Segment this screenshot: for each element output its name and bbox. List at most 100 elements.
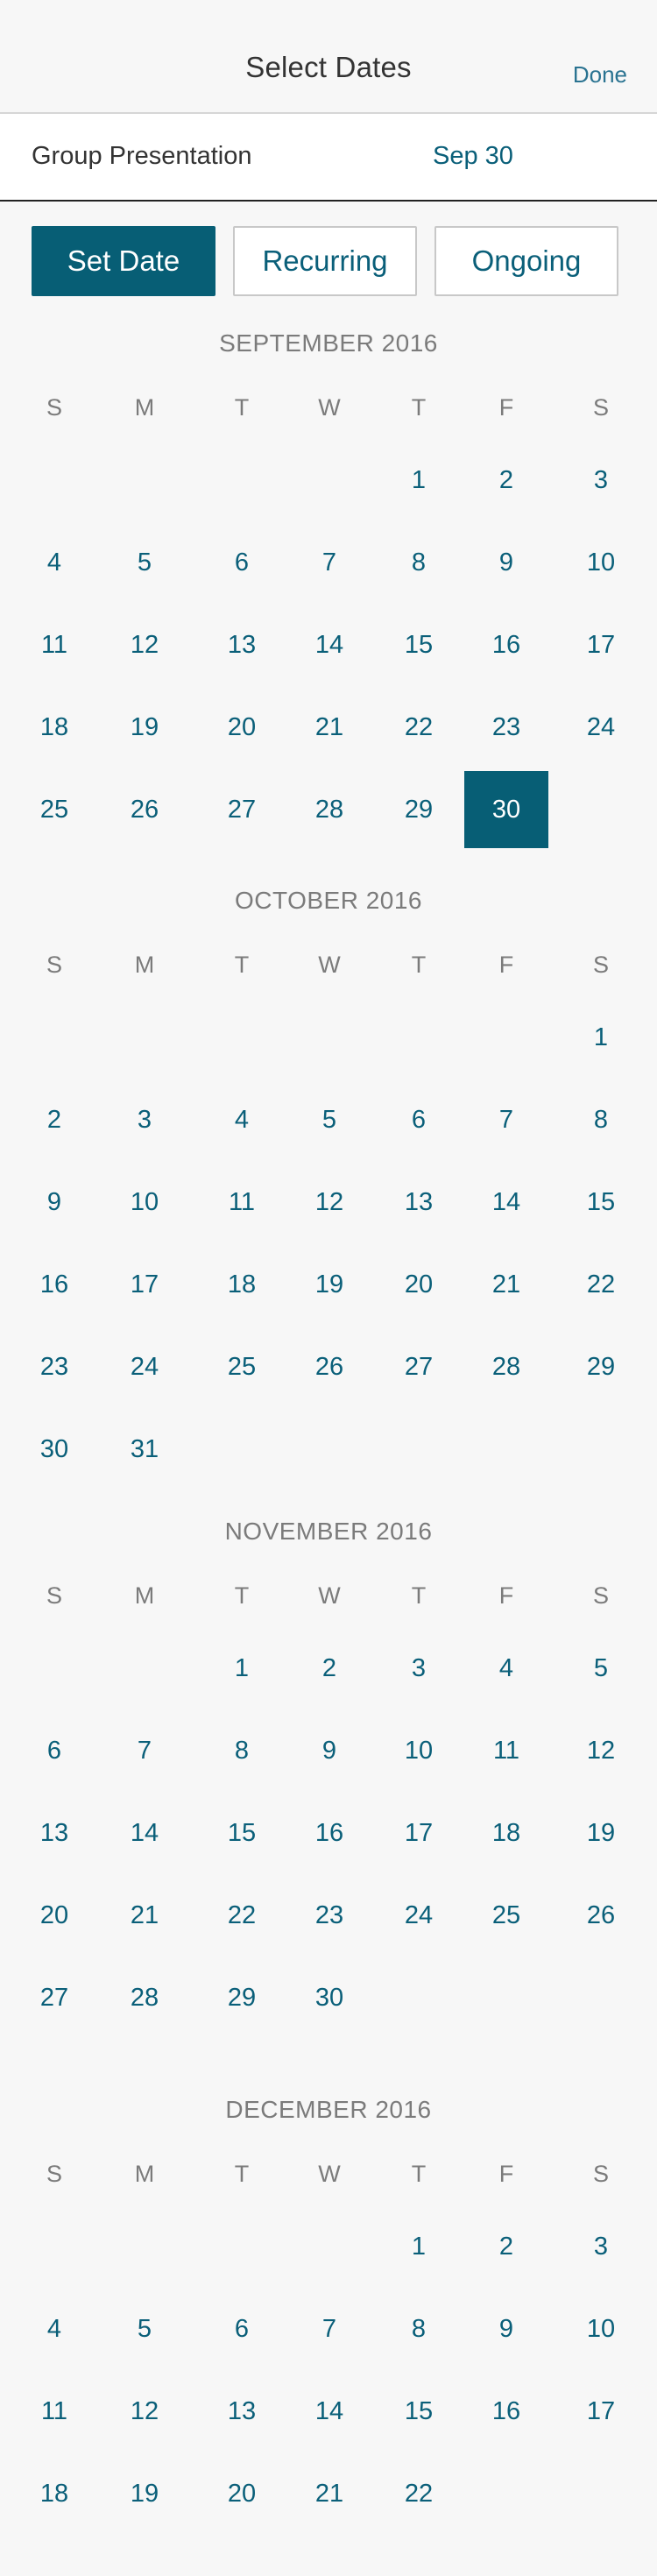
recurring-button[interactable]: Recurring (233, 226, 417, 296)
day-cell[interactable]: 18 (12, 2455, 96, 2532)
day-cell[interactable]: 2 (464, 442, 548, 519)
day-cell[interactable]: 13 (377, 1164, 461, 1241)
day-cell[interactable]: 2 (464, 2208, 548, 2285)
day-cell[interactable]: 11 (464, 1712, 548, 1789)
day-cell[interactable]: 19 (559, 1794, 643, 1872)
day-cell[interactable]: 5 (102, 2290, 187, 2367)
day-cell[interactable]: 7 (464, 1081, 548, 1158)
day-cell[interactable]: 29 (200, 1959, 284, 2036)
day-cell[interactable]: 18 (464, 1794, 548, 1872)
day-cell[interactable]: 14 (464, 1164, 548, 1241)
day-cell[interactable]: 10 (102, 1164, 187, 1241)
day-cell[interactable]: 15 (377, 606, 461, 683)
day-cell[interactable]: 4 (464, 1630, 548, 1707)
ongoing-button[interactable]: Ongoing (434, 226, 618, 296)
day-cell[interactable]: 5 (102, 524, 187, 601)
day-cell[interactable]: 12 (287, 1164, 371, 1241)
day-cell[interactable]: 26 (559, 1877, 643, 1954)
done-button[interactable]: Done (573, 61, 627, 88)
day-cell[interactable]: 6 (377, 1081, 461, 1158)
day-cell[interactable]: 28 (102, 1959, 187, 2036)
day-cell[interactable]: 10 (377, 1712, 461, 1789)
day-cell[interactable]: 26 (287, 1328, 371, 1405)
day-cell[interactable]: 16 (464, 2373, 548, 2450)
day-cell[interactable]: 22 (559, 1246, 643, 1323)
day-cell[interactable]: 9 (464, 2290, 548, 2367)
day-cell[interactable]: 6 (12, 1712, 96, 1789)
day-cell[interactable]: 12 (102, 2373, 187, 2450)
day-cell[interactable]: 20 (200, 689, 284, 766)
day-cell[interactable]: 11 (12, 2373, 96, 2450)
day-cell[interactable]: 17 (377, 1794, 461, 1872)
day-cell[interactable]: 15 (559, 1164, 643, 1241)
day-cell[interactable]: 3 (377, 1630, 461, 1707)
day-cell[interactable]: 15 (377, 2373, 461, 2450)
selected-day-cell[interactable]: 30 (464, 771, 548, 848)
day-cell[interactable]: 19 (102, 2455, 187, 2532)
day-cell[interactable]: 8 (559, 1081, 643, 1158)
day-cell[interactable]: 27 (12, 1959, 96, 2036)
day-cell[interactable]: 11 (200, 1164, 284, 1241)
day-cell[interactable]: 2 (12, 1081, 96, 1158)
day-cell[interactable]: 12 (102, 606, 187, 683)
day-cell[interactable]: 6 (200, 2290, 284, 2367)
day-cell[interactable]: 21 (464, 1246, 548, 1323)
day-cell[interactable]: 11 (12, 606, 96, 683)
day-cell[interactable]: 3 (102, 1081, 187, 1158)
day-cell[interactable]: 23 (464, 689, 548, 766)
day-cell[interactable]: 3 (559, 442, 643, 519)
day-cell[interactable]: 22 (377, 689, 461, 766)
day-cell[interactable]: 4 (12, 524, 96, 601)
day-cell[interactable]: 9 (12, 1164, 96, 1241)
day-cell[interactable]: 1 (200, 1630, 284, 1707)
day-cell[interactable]: 17 (102, 1246, 187, 1323)
day-cell[interactable]: 5 (559, 1630, 643, 1707)
day-cell[interactable]: 1 (559, 999, 643, 1076)
day-cell[interactable]: 27 (200, 771, 284, 848)
set-date-button[interactable]: Set Date (32, 226, 215, 296)
day-cell[interactable]: 19 (287, 1246, 371, 1323)
day-cell[interactable]: 29 (559, 1328, 643, 1405)
day-cell[interactable]: 24 (102, 1328, 187, 1405)
day-cell[interactable]: 10 (559, 524, 643, 601)
day-cell[interactable]: 13 (12, 1794, 96, 1872)
day-cell[interactable]: 25 (464, 1877, 548, 1954)
day-cell[interactable]: 8 (377, 2290, 461, 2367)
day-cell[interactable]: 9 (464, 524, 548, 601)
day-cell[interactable]: 19 (102, 689, 187, 766)
day-cell[interactable]: 23 (287, 1877, 371, 1954)
day-cell[interactable]: 7 (287, 524, 371, 601)
day-cell[interactable]: 17 (559, 606, 643, 683)
day-cell[interactable]: 16 (12, 1246, 96, 1323)
day-cell[interactable]: 7 (102, 1712, 187, 1789)
day-cell[interactable]: 14 (287, 2373, 371, 2450)
day-cell[interactable]: 31 (102, 1411, 187, 1488)
day-cell[interactable]: 24 (377, 1877, 461, 1954)
day-cell[interactable]: 8 (200, 1712, 284, 1789)
day-cell[interactable]: 12 (559, 1712, 643, 1789)
day-cell[interactable]: 16 (287, 1794, 371, 1872)
day-cell[interactable]: 7 (287, 2290, 371, 2367)
day-cell[interactable]: 28 (287, 771, 371, 848)
event-row[interactable]: Group Presentation Sep 30 (0, 114, 657, 202)
day-cell[interactable]: 8 (377, 524, 461, 601)
day-cell[interactable]: 4 (12, 2290, 96, 2367)
day-cell[interactable]: 28 (464, 1328, 548, 1405)
day-cell[interactable]: 10 (559, 2290, 643, 2367)
day-cell[interactable]: 3 (559, 2208, 643, 2285)
day-cell[interactable]: 20 (12, 1877, 96, 1954)
day-cell[interactable]: 2 (287, 1630, 371, 1707)
day-cell[interactable]: 25 (200, 1328, 284, 1405)
day-cell[interactable]: 18 (12, 689, 96, 766)
day-cell[interactable]: 14 (102, 1794, 187, 1872)
day-cell[interactable]: 1 (377, 442, 461, 519)
day-cell[interactable]: 15 (200, 1794, 284, 1872)
day-cell[interactable]: 20 (377, 1246, 461, 1323)
day-cell[interactable]: 13 (200, 606, 284, 683)
day-cell[interactable]: 1 (377, 2208, 461, 2285)
day-cell[interactable]: 30 (287, 1959, 371, 2036)
day-cell[interactable]: 21 (287, 689, 371, 766)
day-cell[interactable]: 5 (287, 1081, 371, 1158)
day-cell[interactable]: 21 (287, 2455, 371, 2532)
day-cell[interactable]: 17 (559, 2373, 643, 2450)
